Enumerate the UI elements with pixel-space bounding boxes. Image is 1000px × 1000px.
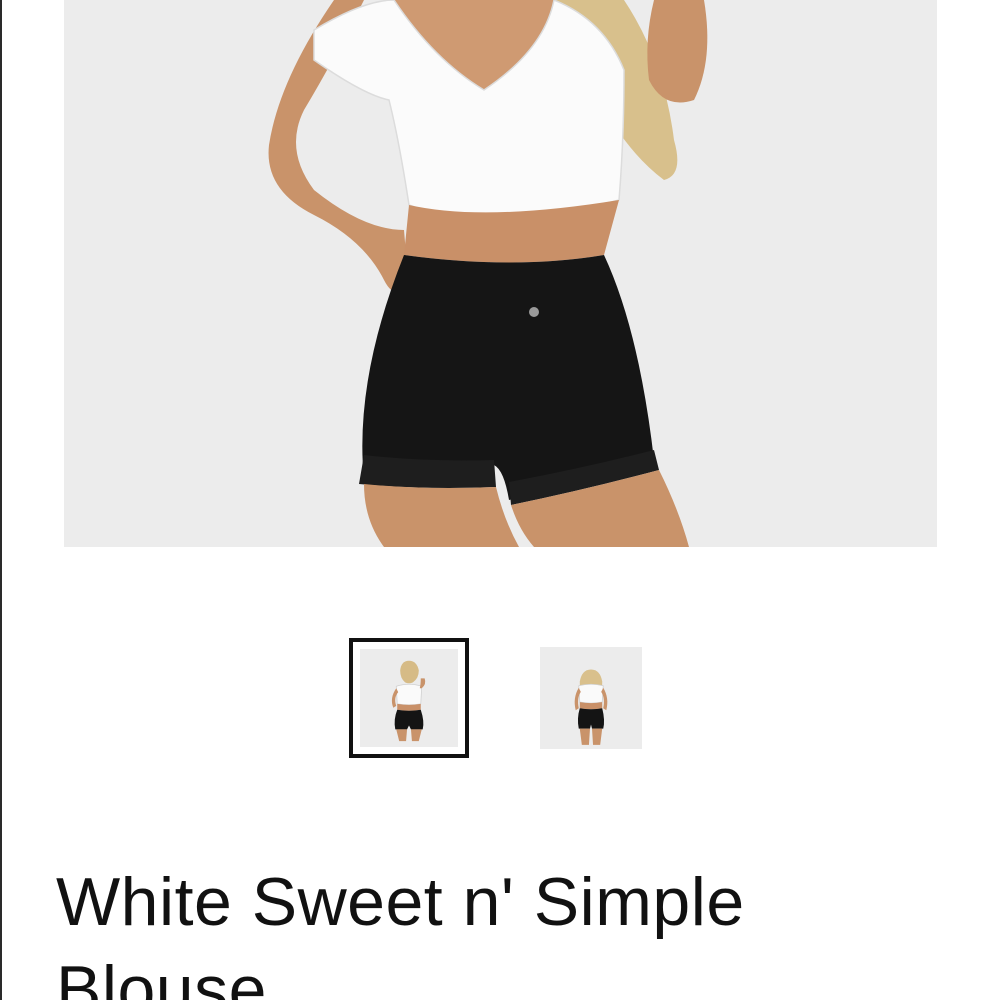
product-title: White Sweet n' Simple Blouse [56, 864, 745, 1000]
thumbnail-front-image [360, 649, 458, 747]
window-edge [0, 0, 2, 1000]
thumbnail-gallery [0, 638, 1000, 760]
thumbnail-front-figure [360, 649, 458, 747]
model-photo [64, 0, 937, 547]
product-page: White Sweet n' Simple Blouse [0, 0, 1000, 1000]
thumbnail-front-active[interactable] [349, 638, 469, 758]
main-product-image[interactable] [64, 0, 937, 547]
thumbnail-back-figure [540, 647, 642, 749]
thumbnail-back-image [540, 647, 642, 749]
thumbnail-back[interactable] [540, 647, 642, 749]
